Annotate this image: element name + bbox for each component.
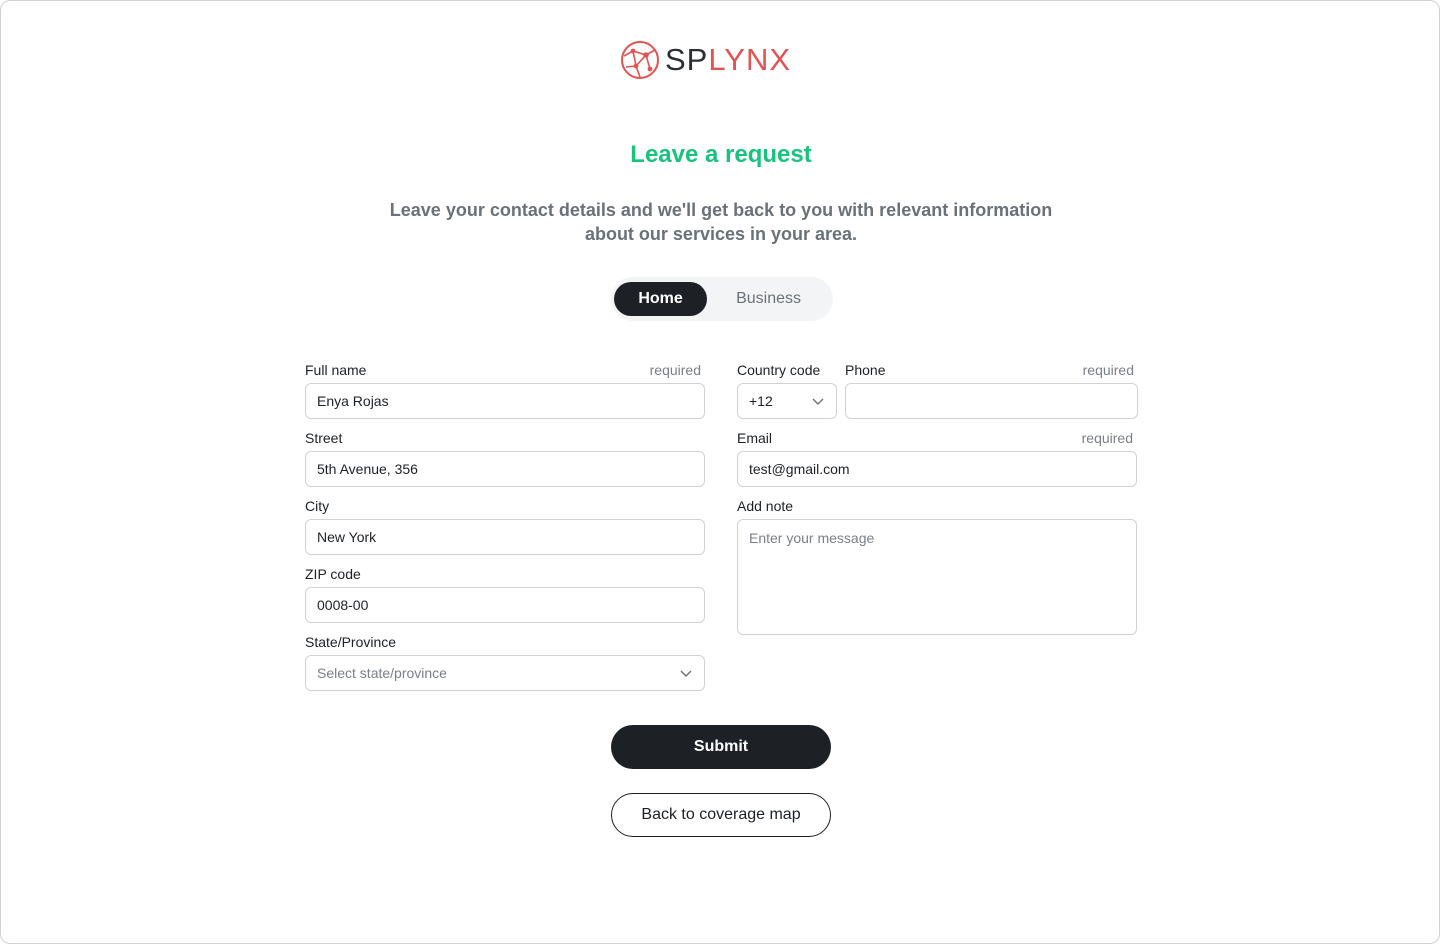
tab-business[interactable]: Business [707, 282, 830, 316]
city-label: City [305, 498, 330, 514]
full-name-required: required [649, 362, 701, 378]
phone-required: required [1082, 362, 1134, 378]
note-label: Add note [737, 498, 794, 514]
full-name-field: Full name required Enya Rojas [305, 362, 705, 419]
full-name-input[interactable]: Enya Rojas [305, 383, 705, 419]
street-field: Street 5th Avenue, 356 [305, 430, 705, 487]
page-title: Leave a request [630, 141, 812, 168]
email-label: Email [737, 430, 773, 446]
full-name-label: Full name [305, 362, 367, 378]
state-select[interactable]: Select state/province [305, 655, 705, 691]
email-required: required [1081, 430, 1133, 446]
state-select-placeholder: Select state/province [317, 665, 447, 681]
phone-label: Phone [845, 362, 886, 378]
country-code-label: Country code [737, 362, 821, 378]
chevron-down-icon [812, 398, 824, 405]
logo-wordmark: SPLYNX [665, 39, 791, 81]
note-textarea[interactable]: Enter your message [737, 519, 1137, 635]
email-input[interactable]: test@gmail.com [737, 451, 1137, 487]
phone-field: Phone required [845, 362, 1138, 419]
country-code-select[interactable]: +12 [737, 383, 837, 419]
note-field: Add note Enter your message [737, 498, 1137, 635]
subtitle-line-1: Leave your contact details and we'll get… [389, 200, 1053, 220]
zip-field: ZIP code 0008-00 [305, 566, 705, 623]
street-label: Street [305, 430, 343, 446]
state-field: State/Province Select state/province [305, 634, 705, 691]
street-input[interactable]: 5th Avenue, 356 [305, 451, 705, 487]
city-field: City New York [305, 498, 705, 555]
customer-type-toggle: Home Business [611, 277, 833, 321]
splynx-logo-icon [621, 41, 659, 79]
splynx-logo: SPLYNX [619, 39, 791, 81]
logo-text-red: LYNX [708, 42, 792, 77]
country-code-field: Country code +12 [737, 362, 837, 419]
zip-label: ZIP code [305, 566, 361, 582]
page-frame: SPLYNX Leave a request Leave your contac… [0, 0, 1440, 944]
country-code-value: +12 [749, 393, 773, 409]
back-to-coverage-map-button[interactable]: Back to coverage map [611, 793, 831, 837]
submit-button[interactable]: Submit [611, 725, 831, 769]
subtitle-line-2: about our services in your area. [584, 224, 858, 244]
city-input[interactable]: New York [305, 519, 705, 555]
zip-input[interactable]: 0008-00 [305, 587, 705, 623]
logo-text-dark: SP [665, 42, 709, 77]
tab-home[interactable]: Home [614, 282, 708, 316]
chevron-down-icon [680, 670, 692, 677]
page-subtitle: Leave your contact details and we'll get… [371, 198, 1071, 246]
phone-input[interactable] [845, 383, 1138, 419]
email-field: Email required test@gmail.com [737, 430, 1137, 487]
state-label: State/Province [305, 634, 397, 650]
